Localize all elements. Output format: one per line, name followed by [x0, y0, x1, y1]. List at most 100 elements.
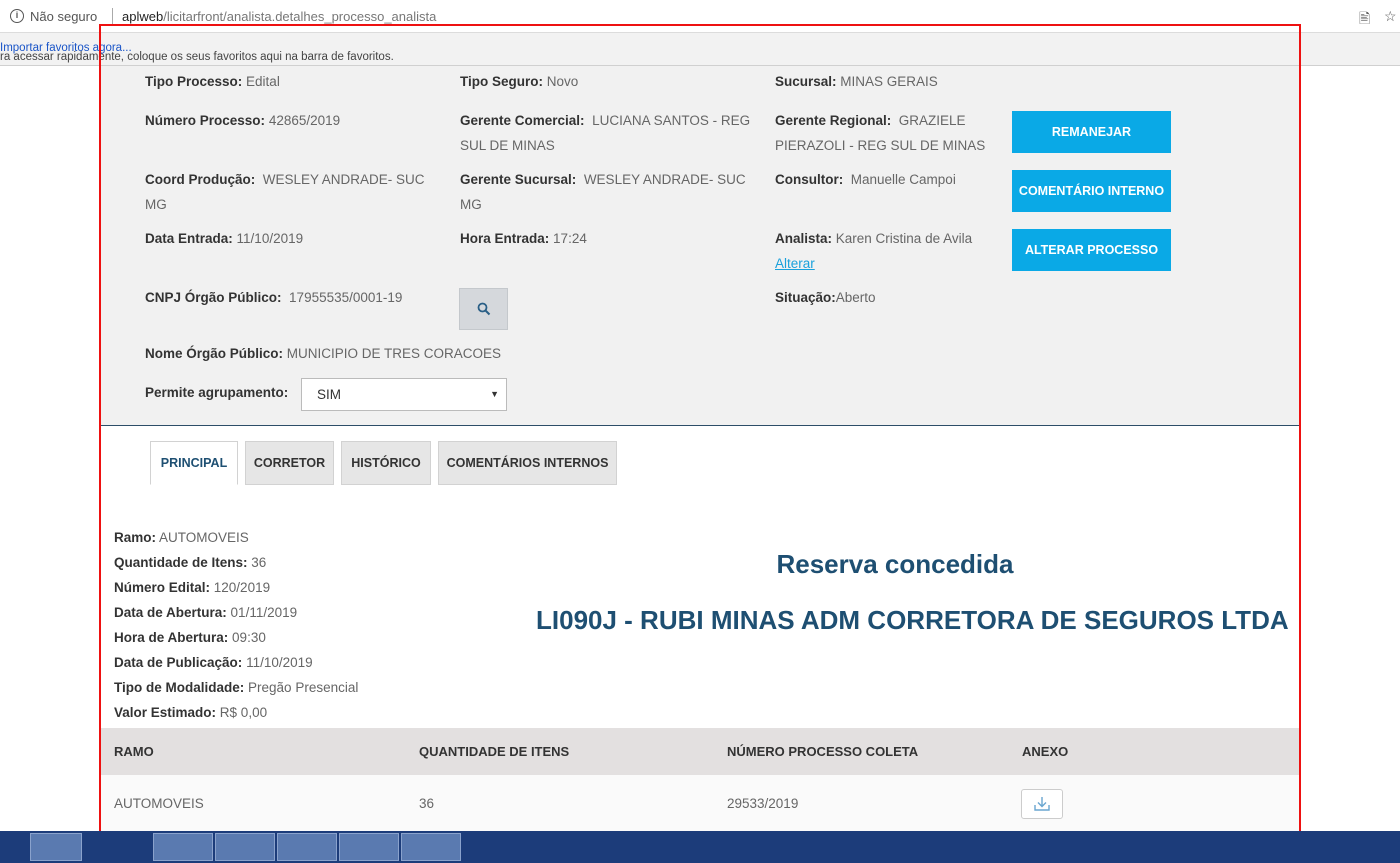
- tipo-seguro-field: Tipo Seguro: Novo: [460, 69, 578, 94]
- field-label: CNPJ Órgão Público:: [145, 290, 282, 305]
- taskbar-item[interactable]: [339, 833, 399, 861]
- field-label: Consultor:: [775, 172, 844, 187]
- bookmarks-hint: ra acessar rapidamente, coloque os seus …: [0, 42, 394, 63]
- detail-value: Pregão Presencial: [248, 680, 359, 695]
- gerente-regional-field: Gerente Regional: GRAZIELE PIERAZOLI - RE…: [775, 108, 985, 158]
- detail-item: Data de Abertura: 01/11/2019: [114, 600, 358, 625]
- detail-value: 120/2019: [213, 580, 271, 595]
- column-header: RAMO: [114, 744, 154, 759]
- detail-item: Número Edital: 120/2019: [114, 575, 358, 600]
- analista-field: Analista: Karen Cristina de Avila Alterar: [775, 226, 972, 276]
- nome-orgao-field: Nome Órgão Público: MUNICIPIO DE TRES CO…: [145, 341, 501, 366]
- cnpj-field: CNPJ Órgão Público: 17955535/0001-19: [145, 285, 402, 310]
- download-anexo-button[interactable]: [1021, 789, 1063, 819]
- corretora-name: LI090J - RUBI MINAS ADM CORRETORA DE SEG…: [536, 605, 1289, 635]
- detail-item: Ramo: AUTOMOVEIS: [114, 525, 358, 550]
- url-host: aplweb: [122, 9, 164, 24]
- detail-value: 09:30: [232, 630, 266, 645]
- tipo-processo-field: Tipo Processo: Edital: [145, 69, 280, 94]
- detail-label: Data de Abertura:: [114, 605, 227, 620]
- field-label: Coord Produção:: [145, 172, 256, 187]
- permite-agrupamento-label: Permite agrupamento:: [145, 380, 288, 405]
- divider: [112, 8, 113, 24]
- field-label: Tipo Processo:: [145, 74, 243, 89]
- situacao-field: Situação:Aberto: [775, 285, 876, 310]
- field-label: Situação:: [775, 290, 836, 305]
- field-value: GRAZIELE: [898, 113, 966, 128]
- field-value: Novo: [546, 74, 579, 89]
- security-label[interactable]: Não seguro: [30, 9, 97, 24]
- gerente-sucursal-field: Gerente Sucursal: WESLEY ANDRADE- SUC MG: [460, 167, 746, 217]
- field-value-cont: PIERAZOLI - REG SUL DE MINAS: [775, 138, 986, 153]
- field-label: Gerente Regional:: [775, 113, 892, 128]
- field-value-cont: MG: [145, 197, 167, 212]
- field-value-cont: SUL DE MINAS: [460, 138, 555, 153]
- reserva-title: Reserva concedida: [776, 549, 1014, 579]
- url-text[interactable]: aplweb/licitarfront/analista.detalhes_pr…: [122, 9, 436, 24]
- address-bar: i Não seguro aplweb/licitarfront/analist…: [0, 0, 1400, 33]
- detail-label: Data de Publicação:: [114, 655, 243, 670]
- comentario-interno-button[interactable]: COMENTÁRIO INTERNO: [1012, 170, 1171, 212]
- field-label: Sucursal:: [775, 74, 837, 89]
- detail-item: Valor Estimado: R$ 0,00: [114, 700, 358, 725]
- field-value: 17:24: [553, 231, 587, 246]
- field-value: 17955535/0001-19: [289, 290, 403, 305]
- detail-value: 01/11/2019: [230, 605, 298, 620]
- detail-label: Tipo de Modalidade:: [114, 680, 245, 695]
- sucursal-field: Sucursal: MINAS GERAIS: [775, 69, 938, 94]
- alterar-analista-link[interactable]: Alterar: [775, 256, 815, 271]
- detail-label: Quantidade de Itens:: [114, 555, 248, 570]
- field-label: Número Processo:: [145, 113, 266, 128]
- consultor-field: Consultor: Manuelle Campoi: [775, 167, 956, 192]
- search-cnpj-button[interactable]: [459, 288, 508, 330]
- field-label: Gerente Sucursal:: [460, 172, 577, 187]
- column-header: QUANTIDADE DE ITENS: [419, 744, 570, 759]
- tab-historico[interactable]: HISTÓRICO: [341, 441, 431, 485]
- column-header: ANEXO: [1022, 744, 1069, 759]
- gerente-comercial-field: Gerente Comercial: LUCIANA SANTOS - REG S…: [460, 108, 750, 158]
- taskbar-item[interactable]: [277, 833, 337, 861]
- taskbar-item[interactable]: [215, 833, 275, 861]
- field-label: Analista:: [775, 231, 833, 246]
- detail-value: AUTOMOVEIS: [159, 530, 249, 545]
- table-header: RAMO QUANTIDADE DE ITENS NÚMERO PROCESSO…: [101, 728, 1299, 775]
- permite-agrupamento-select[interactable]: SIM ▼: [301, 378, 507, 411]
- field-value: WESLEY ANDRADE- SUC: [583, 172, 746, 187]
- remanejar-button[interactable]: REMANEJAR: [1012, 111, 1171, 153]
- detail-label: Hora de Abertura:: [114, 630, 229, 645]
- detail-label: Ramo:: [114, 530, 157, 545]
- hora-entrada-field: Hora Entrada: 17:24: [460, 226, 587, 251]
- field-label: Gerente Comercial:: [460, 113, 585, 128]
- field-value: Edital: [246, 74, 280, 89]
- tab-comentarios-internos[interactable]: COMENTÁRIOS INTERNOS: [438, 441, 617, 485]
- field-label: Hora Entrada:: [460, 231, 550, 246]
- taskbar-item[interactable]: [153, 833, 213, 861]
- field-value: Manuelle Campoi: [850, 172, 956, 187]
- detail-value: 36: [251, 555, 267, 570]
- field-label: Tipo Seguro:: [460, 74, 543, 89]
- bookmarks-bar: ra acessar rapidamente, coloque os seus …: [0, 33, 1400, 66]
- taskbar-item[interactable]: [30, 833, 82, 861]
- coord-producao-field: Coord Produção: WESLEY ANDRADE- SUC MG: [145, 167, 425, 217]
- taskbar: [0, 831, 1400, 863]
- cell-numero: 29533/2019: [727, 796, 799, 811]
- detail-label: Número Edital:: [114, 580, 211, 595]
- info-icon[interactable]: i: [10, 9, 24, 23]
- field-value: WESLEY ANDRADE- SUC: [262, 172, 425, 187]
- column-header: NÚMERO PROCESSO COLETA: [727, 744, 919, 759]
- field-value: Karen Cristina de Avila: [835, 231, 973, 246]
- detail-label: Valor Estimado:: [114, 705, 217, 720]
- alterar-processo-button[interactable]: ALTERAR PROCESSO: [1012, 229, 1171, 271]
- field-value: 11/10/2019: [236, 231, 304, 246]
- process-details: Ramo: AUTOMOVEIS Quantidade de Itens: 36…: [114, 525, 358, 725]
- cell-quantidade: 36: [419, 796, 435, 811]
- url-path: /licitarfront/analista.detalhes_processo…: [163, 9, 437, 24]
- detail-item: Tipo de Modalidade: Pregão Presencial: [114, 675, 358, 700]
- star-icon[interactable]: ☆: [1384, 8, 1397, 25]
- table-row: AUTOMOVEIS 36 29533/2019: [101, 775, 1299, 831]
- tab-corretor[interactable]: CORRETOR: [245, 441, 334, 485]
- taskbar-item[interactable]: [401, 833, 461, 861]
- search-icon: [477, 302, 490, 316]
- tab-principal[interactable]: PRINCIPAL: [150, 441, 238, 485]
- translate-icon[interactable]: 🖹: [1359, 8, 1370, 32]
